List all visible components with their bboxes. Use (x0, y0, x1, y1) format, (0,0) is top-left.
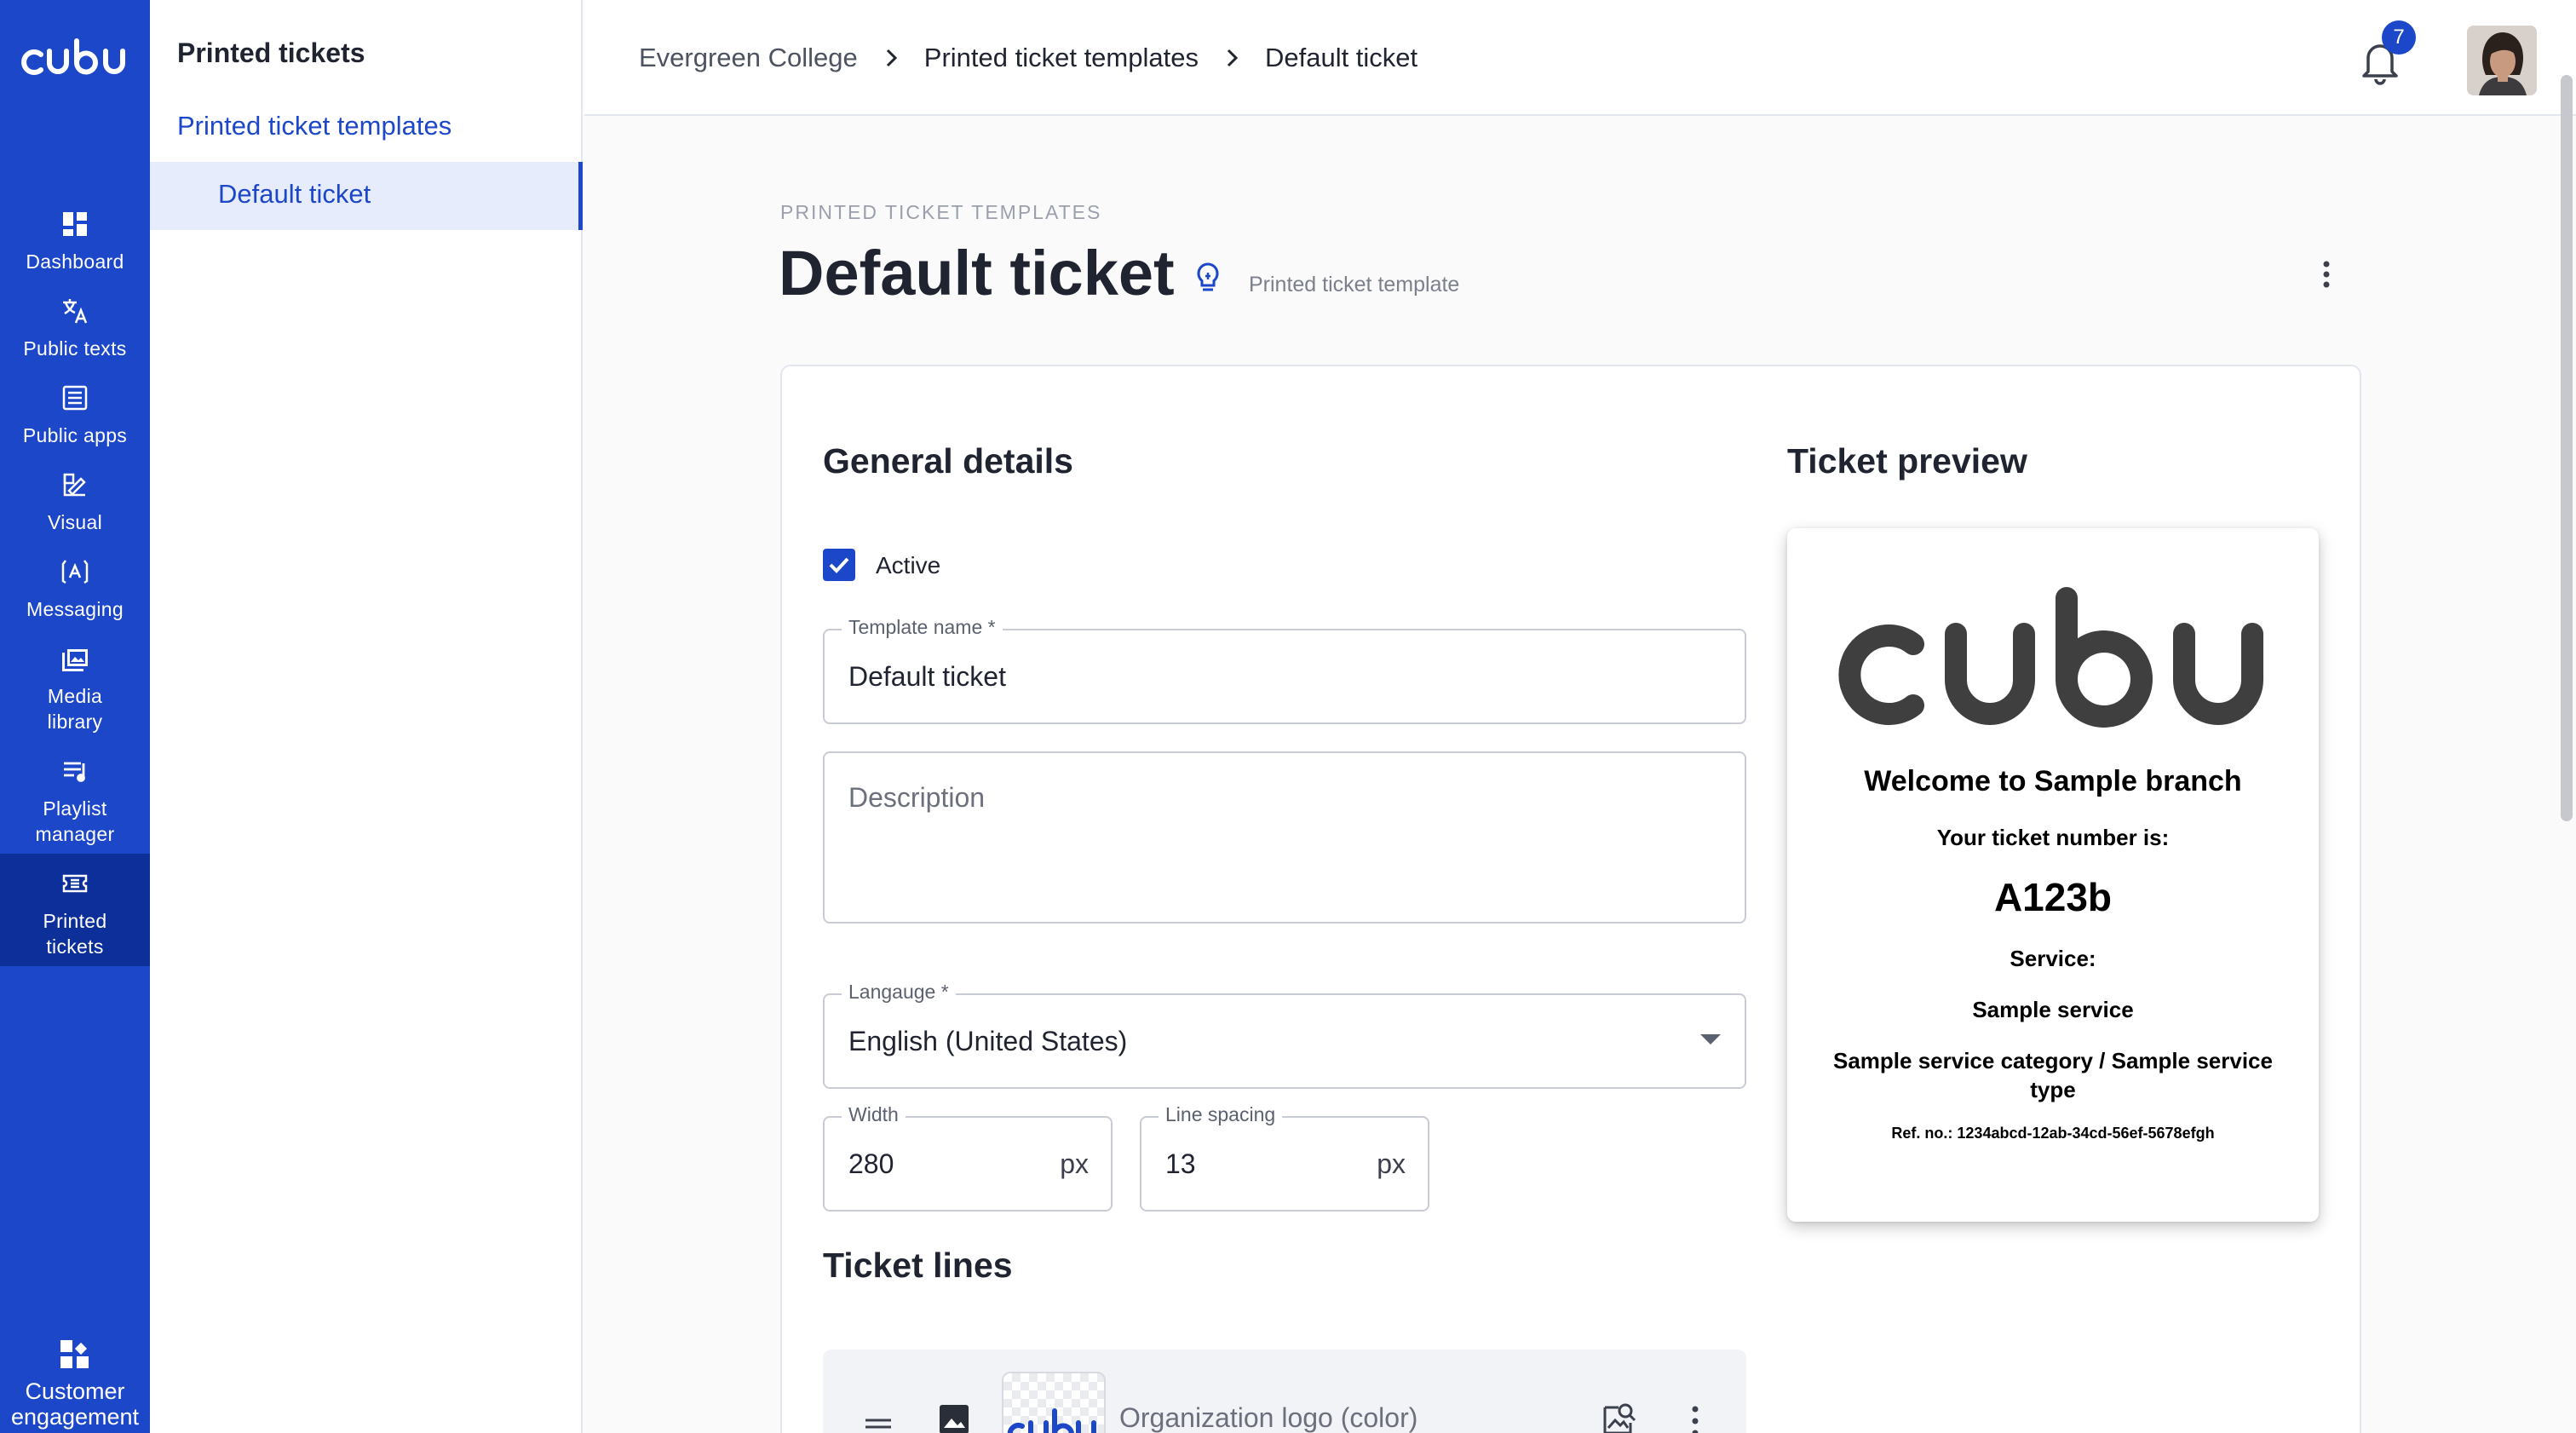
ticket-reference: Ref. no.: 1234abcd-12ab-34cd-56ef-5678ef… (1891, 1125, 2215, 1142)
list-icon (62, 385, 88, 411)
chevron-right-icon (886, 49, 897, 67)
top-bar: Evergreen College Printed ticket templat… (584, 0, 2576, 116)
chevron-right-icon (1227, 49, 1239, 67)
page-eyebrow: PRINTED TICKET TEMPLATES (780, 201, 1102, 223)
page-title: Default ticket (779, 238, 1175, 308)
rail-item-label: Public texts (23, 337, 127, 360)
playlist-icon (64, 762, 85, 782)
rail-item-label: Messaging (26, 598, 124, 620)
scrollbar-thumb[interactable] (2561, 75, 2573, 821)
sidebar-item-label: Default ticket (218, 179, 371, 209)
cubu-logo (1838, 587, 2263, 728)
description-placeholder: Description (848, 782, 986, 813)
more-options-icon[interactable] (2314, 257, 2339, 291)
line-spacing-label: Line spacing (1159, 1103, 1283, 1126)
image-icon (62, 649, 88, 671)
active-label: Active (876, 552, 941, 578)
language-select[interactable]: Langauge * English (United States) (823, 981, 1746, 1089)
section-sidebar: Printed tickets Printed ticket templates… (150, 0, 583, 1433)
active-checkbox[interactable] (823, 549, 855, 581)
image-icon (940, 1405, 969, 1433)
width-value[interactable]: 280 (848, 1148, 894, 1180)
section-heading: Printed tickets (177, 37, 365, 68)
rail-item-label: Dashboard (26, 250, 124, 273)
dashboard-icon (63, 212, 87, 236)
language-value: English (United States) (848, 1026, 1128, 1056)
lightbulb-icon[interactable] (1193, 261, 1223, 295)
rail-item-label: Public apps (22, 424, 128, 446)
rail-item-label: Printed tickets (43, 910, 107, 958)
breadcrumb-item-current: Default ticket (1264, 43, 1418, 72)
line-spacing-unit: px (1377, 1148, 1406, 1179)
ticket-category-line2: type (2030, 1077, 2076, 1102)
ticket-lines-heading: Ticket lines (823, 1246, 1013, 1285)
rail-item-media-library[interactable]: Media library (0, 644, 150, 734)
general-details-heading: General details (823, 441, 1073, 481)
ticket-service-label: Service: (2010, 946, 2096, 971)
rail-item-visual[interactable]: Visual (0, 470, 150, 535)
apps-icon (60, 1340, 89, 1368)
ticket-icon (62, 874, 88, 893)
logo-thumbnail (1002, 1372, 1106, 1433)
width-field[interactable]: Width 280 px (823, 1103, 1113, 1211)
breadcrumb: Evergreen College Printed ticket templat… (639, 43, 1417, 73)
sidebar-item-default-ticket[interactable]: Default ticket (150, 162, 583, 230)
rail-item-public-texts[interactable]: Public texts (0, 296, 150, 361)
ticket-line-label: Organization logo (color) (1119, 1402, 1418, 1433)
dropdown-caret-icon (1700, 1034, 1721, 1045)
drag-handle-icon[interactable] (864, 1418, 893, 1430)
cubu-logo (1007, 1408, 1096, 1433)
cubu-logo[interactable] (17, 36, 133, 83)
page-subtitle: Printed ticket template (1249, 273, 1460, 296)
breadcrumb-item-organization[interactable]: Evergreen College (639, 43, 858, 73)
rail-item-messaging[interactable]: Messaging (0, 557, 150, 622)
ticket-number-label: Your ticket number is: (1936, 825, 2170, 850)
ticket-preview-heading: Ticket preview (1787, 441, 2027, 481)
rail-item-public-apps[interactable]: Public apps (0, 383, 150, 448)
line-spacing-value[interactable]: 13 (1165, 1148, 1196, 1180)
ticket-welcome: Welcome to Sample branch (1864, 765, 2242, 797)
rail-item-label: Customer engagement (10, 1378, 140, 1430)
width-unit: px (1060, 1148, 1089, 1179)
ticket-preview: Welcome to Sample branch Your ticket num… (1787, 528, 2319, 1222)
main-navigation-rail: Dashboard Public texts Public apps Visua… (0, 0, 150, 1433)
width-label: Width (842, 1103, 906, 1126)
ticket-service: Sample service (1972, 997, 2134, 1022)
translate-icon (63, 299, 88, 324)
template-name-label: Template name * (842, 616, 1003, 639)
rail-item-label: Playlist manager (35, 797, 115, 845)
breadcrumb-item-templates[interactable]: Printed ticket templates (924, 43, 1199, 73)
description-field[interactable]: Description (823, 751, 1746, 924)
ticket-line-item[interactable]: Organization logo (color) (823, 1350, 1746, 1433)
more-options-icon[interactable] (1687, 1402, 1704, 1433)
ticket-number: A123b (1993, 875, 2113, 919)
sidebar-item-printed-ticket-templates[interactable]: Printed ticket templates (177, 111, 451, 141)
ticket-category-line1: Sample service category / Sample service (1833, 1048, 2273, 1073)
rail-item-playlist-manager[interactable]: Playlist manager (0, 757, 150, 847)
palette-icon (63, 473, 86, 497)
rail-item-label: Media library (47, 685, 103, 733)
checkmark-icon (829, 557, 849, 573)
line-spacing-field[interactable]: Line spacing 13 px (1140, 1103, 1429, 1211)
message-icon (61, 560, 89, 584)
template-name-field[interactable]: Template name * Default ticket (823, 616, 1746, 724)
template-name-value[interactable]: Default ticket (848, 661, 1006, 693)
rail-item-customer-engagement[interactable]: Customer engagement (0, 1338, 150, 1433)
rail-item-dashboard[interactable]: Dashboard (0, 210, 150, 274)
image-search-icon[interactable] (1600, 1401, 1637, 1433)
language-label: Langauge * (842, 981, 956, 1004)
rail-item-label: Visual (47, 511, 103, 533)
rail-item-printed-tickets[interactable]: Printed tickets (0, 854, 150, 966)
avatar-image (2467, 26, 2537, 95)
user-avatar[interactable] (2467, 26, 2537, 95)
notification-count-badge: 7 (2382, 20, 2416, 55)
